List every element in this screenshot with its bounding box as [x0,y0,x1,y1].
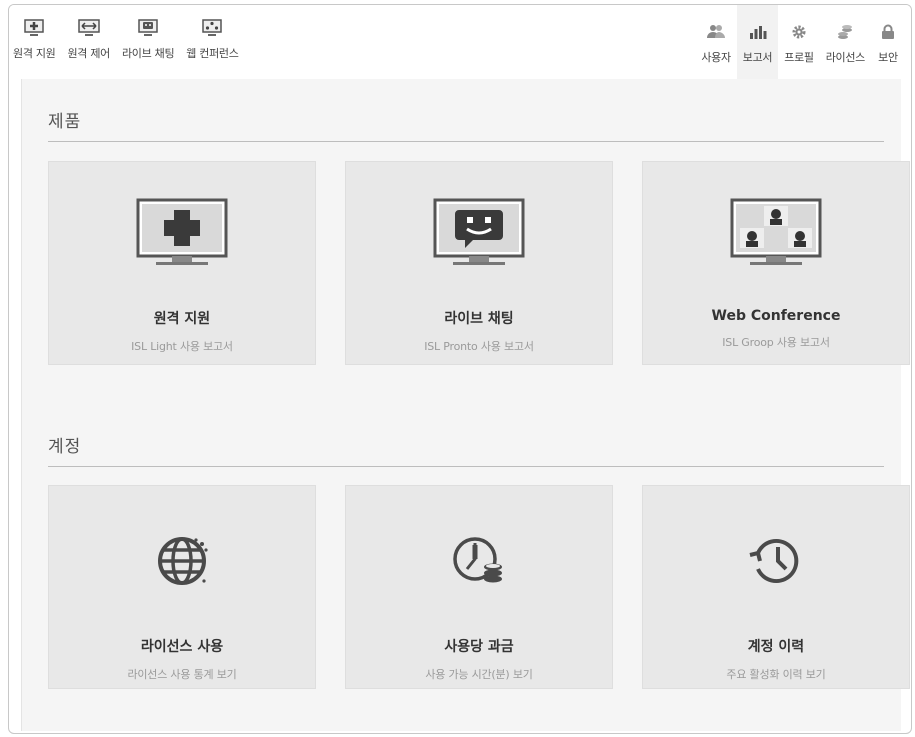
card-title: 원격 지원 [153,311,211,327]
section-divider [48,466,884,467]
history-icon [726,526,826,596]
card-live-chat-report[interactable]: 라이브 채팅 ISL Pronto 사용 보고서 [345,161,613,365]
card-subtitle: ISL Light 사용 보고서 [131,340,233,353]
card-subtitle: ISL Pronto 사용 보고서 [424,340,534,353]
nav-label: 라이선스 [825,51,866,64]
section-divider [48,141,884,142]
remote-support-icon [23,17,45,39]
card-account-history[interactable]: 계정 이력 주요 활성화 이력 보기 [642,485,910,689]
nav-item-live-chat[interactable]: 라이브 채팅 [116,13,180,75]
card-title: 계정 이력 [747,639,805,655]
settings-nav: 사용자 보고서 프로필 라이선스 보안 [695,5,905,79]
nav-label: 웹 컨퍼런스 [186,47,239,60]
nav-label: 원격 제어 [67,47,110,60]
monitor-plus-icon [132,198,232,272]
nav-item-remote-support[interactable]: 원격 지원 [9,13,61,75]
reports-icon [747,21,769,43]
product-nav: 원격 지원 원격 제어 라이브 채팅 웹 컨퍼런스 [9,13,245,75]
top-navigation: 원격 지원 원격 제어 라이브 채팅 웹 컨퍼런스 사용자 보고서 프로필 라이… [9,5,911,79]
section-title-products: 제품 [48,112,82,132]
nav-label: 보안 [878,51,898,64]
card-subtitle: ISL Groop 사용 보고서 [722,336,830,349]
nav-label: 보고서 [742,51,773,64]
gear-icon [788,21,810,43]
license-icon [834,21,856,43]
card-title: 사용당 과금 [444,639,514,655]
tab-profile[interactable]: 프로필 [778,5,819,79]
section-title-account: 계정 [48,437,82,457]
card-title: 라이브 채팅 [444,311,514,327]
tab-license[interactable]: 라이선스 [820,5,871,79]
card-title: Web Conference [711,308,841,324]
live-chat-icon [137,17,159,39]
clock-coins-icon [429,526,529,596]
users-icon [705,21,727,43]
card-license-usage[interactable]: 라이선스 사용 라이선스 사용 통계 보기 [48,485,316,689]
nav-label: 라이브 채팅 [121,47,175,60]
card-subtitle: 사용 가능 시간(분) 보기 [425,668,533,681]
tab-security[interactable]: 보안 [871,5,905,79]
card-subtitle: 라이선스 사용 통계 보기 [127,668,237,681]
globe-icon [132,526,232,596]
tab-users[interactable]: 사용자 [695,5,736,79]
nav-label: 사용자 [701,51,731,64]
card-title: 라이선스 사용 [140,639,224,655]
tab-reports[interactable]: 보고서 [736,5,779,79]
monitor-conference-icon [726,198,826,272]
nav-item-web-conference[interactable]: 웹 컨퍼런스 [180,13,244,75]
remote-control-icon [77,17,100,39]
lock-icon [877,21,899,43]
reports-content: 제품 원격 지원 ISL Light 사용 보고서 라이브 채팅 ISL Pro… [21,79,910,731]
nav-item-remote-control[interactable]: 원격 제어 [61,13,115,75]
card-web-conference-report[interactable]: Web Conference ISL Groop 사용 보고서 [642,161,910,365]
monitor-chat-icon [429,198,529,272]
web-conference-icon [201,17,223,39]
card-subtitle: 주요 활성화 이력 보기 [726,668,826,681]
card-pay-per-use[interactable]: 사용당 과금 사용 가능 시간(분) 보기 [345,485,613,689]
nav-label: 원격 지원 [13,47,56,60]
card-remote-support-report[interactable]: 원격 지원 ISL Light 사용 보고서 [48,161,316,365]
nav-label: 프로필 [784,51,814,64]
app-window: 원격 지원 원격 제어 라이브 채팅 웹 컨퍼런스 사용자 보고서 프로필 라이… [8,4,912,734]
